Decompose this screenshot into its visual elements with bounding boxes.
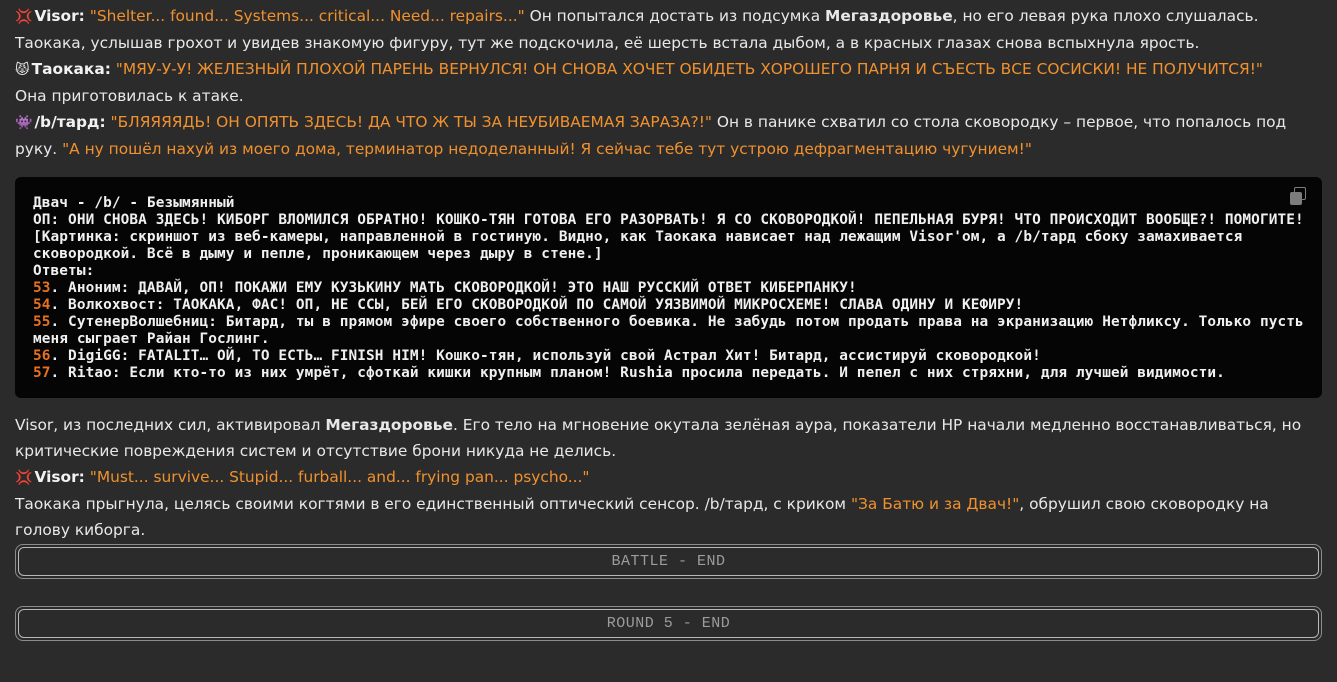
battle-end-label: BATTLE - END bbox=[18, 547, 1319, 576]
copy-icon[interactable] bbox=[1290, 187, 1306, 205]
narration: Таокака прыгнула, целясь своими когтями … bbox=[15, 495, 851, 513]
reply-text: . СутенерВолшебниц: Битард, ты в прямом … bbox=[33, 314, 1313, 347]
reply-item: 55. СутенерВолшебниц: Битард, ты в прямо… bbox=[33, 314, 1304, 348]
anger-emoji-icon: 💢 bbox=[15, 9, 33, 25]
message-visor-2: 💢 Visor: "Must... survive... Stupid... fu… bbox=[15, 464, 1322, 491]
cat-emoji-icon: 😾 bbox=[15, 62, 30, 78]
narration: Он попытался достать из подсумка bbox=[524, 7, 826, 25]
speech-quote: "БЛЯЯЯЯДЬ! ОН ОПЯТЬ ЗДЕСЬ! ДА ЧТО Ж ТЫ З… bbox=[110, 113, 712, 131]
item-name: Мегаздоровье bbox=[325, 416, 453, 434]
speech-quote: "За Батю и за Двач!" bbox=[850, 495, 1020, 513]
speech-quote: "А ну пошёл нахуй из моего дома, термина… bbox=[62, 140, 1032, 158]
battle-end-bar: BATTLE - END bbox=[15, 544, 1322, 579]
reply-item: 56. DigiGG: FATALIT… ОЙ, ТО ЕСТЬ… FINISH… bbox=[33, 348, 1304, 365]
speech-quote: "Shelter... found... Systems... critical… bbox=[89, 7, 525, 25]
reply-number: 57 bbox=[33, 365, 51, 381]
round-end-label: ROUND 5 - END bbox=[18, 609, 1319, 638]
anger-emoji-icon: 💢 bbox=[15, 470, 33, 486]
reply-text: . Ritao: Если кто-то из них умрёт, сфотк… bbox=[50, 365, 1225, 381]
narration-line: Таокака, услышав грохот и увидев знакому… bbox=[15, 34, 1200, 52]
replies-label: Ответы: bbox=[33, 263, 95, 279]
speech-quote: "Must... survive... Stupid... furball...… bbox=[89, 468, 590, 486]
narration-line: Visor, из последних сил, активировал Мег… bbox=[15, 412, 1322, 464]
speaker-name: Таокака: bbox=[31, 60, 111, 78]
speaker-name: Visor: bbox=[34, 468, 85, 486]
op-post: ОП: ОНИ СНОВА ЗДЕСЬ! КИБОРГ ВЛОМИЛСЯ ОБР… bbox=[33, 212, 1304, 228]
speaker-name: /b/тард: bbox=[34, 113, 106, 131]
narration: , но его левая рука плохо слушалась. bbox=[952, 7, 1259, 25]
round-end-bar: ROUND 5 - END bbox=[15, 606, 1322, 641]
narration-line: Она приготовилась к атаке. bbox=[15, 87, 244, 105]
message-btard: 👾/b/тард: "БЛЯЯЯЯДЬ! ОН ОПЯТЬ ЗДЕСЬ! ДА … bbox=[15, 109, 1322, 162]
reply-number: 53 bbox=[33, 280, 51, 296]
reply-text: . Аноним: ДАВАЙ, ОП! ПОКАЖИ ЕМУ КУЗЬКИНУ… bbox=[50, 280, 857, 296]
image-description: [Картинка: скриншот из веб-камеры, напра… bbox=[33, 229, 1252, 262]
reply-text: . DigiGG: FATALIT… ОЙ, ТО ЕСТЬ… FINISH H… bbox=[50, 348, 1041, 364]
item-name: Мегаздоровье bbox=[825, 7, 953, 25]
code-block: Двач - /b/ - Безымянный ОП: ОНИ СНОВА ЗДЕ… bbox=[15, 177, 1322, 398]
reply-number: 54 bbox=[33, 297, 51, 313]
speaker-name: Visor: bbox=[34, 7, 85, 25]
narration: Visor, из последних сил, активировал bbox=[15, 416, 326, 434]
narration-line: Таокака прыгнула, целясь своими когтями … bbox=[15, 491, 1322, 543]
chat-log: 💢 Visor: "Shelter... found... Systems... … bbox=[0, 0, 1337, 543]
reply-text: . Волкохвост: ТАОКАКА, ФАС! ОП, НЕ ССЫ, … bbox=[50, 297, 1024, 313]
alien-emoji-icon: 👾 bbox=[15, 115, 33, 131]
reply-item: 53. Аноним: ДАВАЙ, ОП! ПОКАЖИ ЕМУ КУЗЬКИ… bbox=[33, 280, 1304, 297]
speech-quote: "МЯУ-У-У! ЖЕЛЕЗНЫЙ ПЛОХОЙ ПАРЕНЬ ВЕРНУЛС… bbox=[115, 60, 1263, 78]
message-taokaka: 😾 Таокака: "МЯУ-У-У! ЖЕЛЕЗНЫЙ ПЛОХОЙ ПАРЕ… bbox=[15, 56, 1322, 83]
reply-number: 56 bbox=[33, 348, 51, 364]
reply-number: 55 bbox=[33, 314, 51, 330]
reply-item: 54. Волкохвост: ТАОКАКА, ФАС! ОП, НЕ ССЫ… bbox=[33, 297, 1304, 314]
thread-header: Двач - /b/ - Безымянный bbox=[33, 195, 235, 211]
reply-item: 57. Ritao: Если кто-то из них умрёт, сфо… bbox=[33, 365, 1304, 382]
message-visor-1: 💢 Visor: "Shelter... found... Systems... … bbox=[15, 3, 1322, 30]
